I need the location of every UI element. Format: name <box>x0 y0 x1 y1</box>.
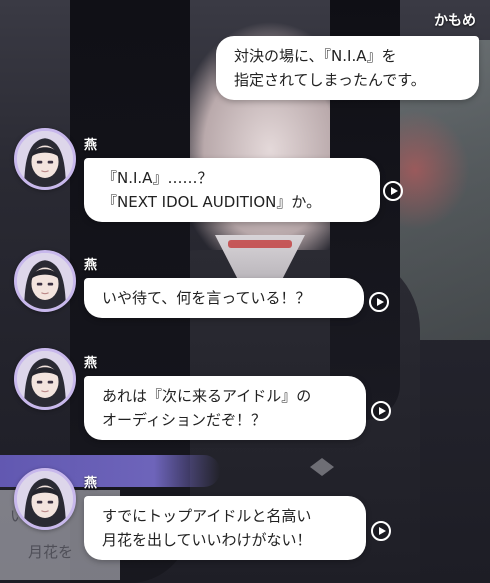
character-portrait-icon <box>17 471 73 527</box>
message-bubble: 『N.I.A』……？ 『NEXT IDOL AUDITION』か。 <box>84 158 380 222</box>
speaker-name: 燕 <box>84 138 98 153</box>
avatar <box>14 468 76 530</box>
self-message-bubble: 対決の場に、『N.I.A』を 指定されてしまったんです。 <box>216 36 479 100</box>
play-voice-icon[interactable] <box>371 401 391 421</box>
message-bubble: あれは『次に来るアイドル』の オーディションだぞ！？ <box>84 376 366 440</box>
background-peek-text-2: 月花を <box>28 543 74 561</box>
avatar <box>14 250 76 312</box>
message-bubble: すでにトップアイドルと名高い 月花を出していいわけがない！ <box>84 496 366 560</box>
play-voice-icon[interactable] <box>371 521 391 541</box>
character-portrait-icon <box>17 253 73 309</box>
character-portrait-icon <box>17 351 73 407</box>
speaker-name: 燕 <box>84 258 98 273</box>
avatar <box>14 128 76 190</box>
character-portrait-icon <box>17 131 73 187</box>
play-voice-icon[interactable] <box>383 181 403 201</box>
background-character-tie <box>228 240 292 248</box>
speaker-name: 燕 <box>84 476 98 491</box>
avatar <box>14 348 76 410</box>
speaker-name: 燕 <box>84 356 98 371</box>
message-bubble: いや待て、何を言っている！？ <box>84 278 364 318</box>
play-voice-icon[interactable] <box>369 292 389 312</box>
self-speaker-name: かもめ <box>434 13 476 29</box>
